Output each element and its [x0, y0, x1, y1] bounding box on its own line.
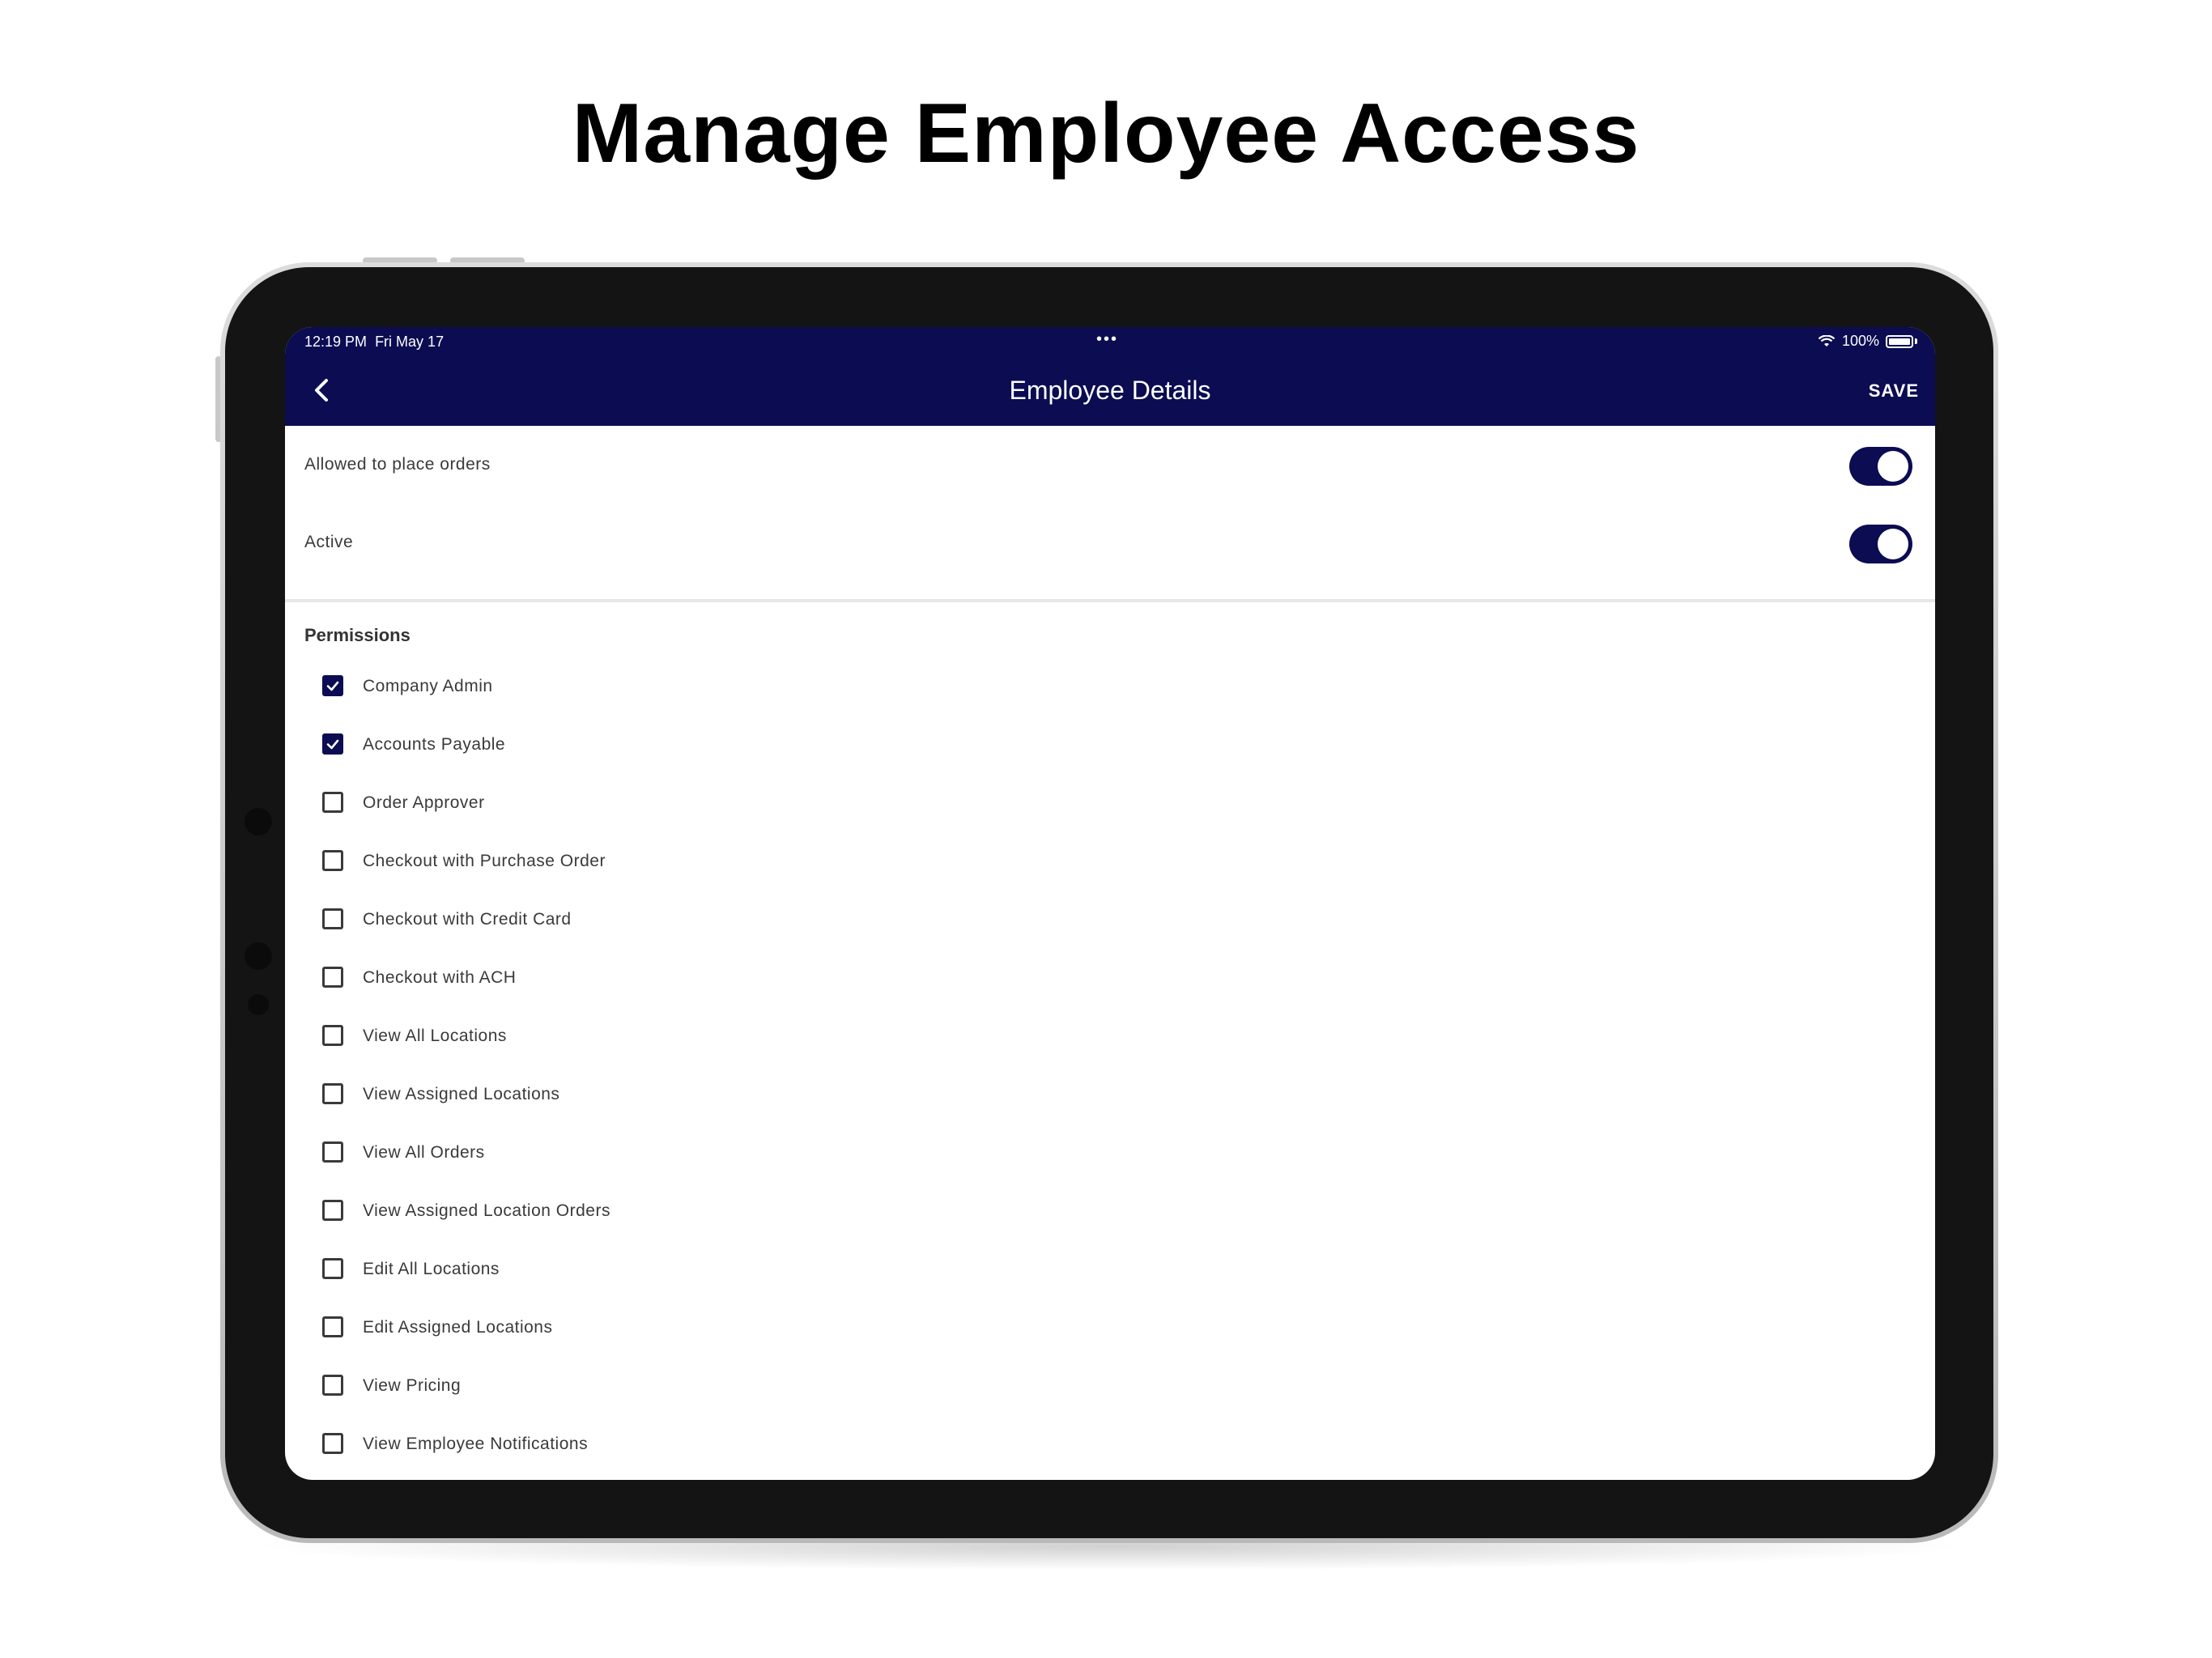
- permission-label: Checkout with Credit Card: [363, 910, 572, 929]
- status-time: 12:19 PM Fri May 17: [304, 334, 444, 351]
- save-button[interactable]: SAVE: [1869, 380, 1919, 402]
- permission-item-view-pricing[interactable]: View Pricing: [285, 1358, 1935, 1417]
- allowed-orders-toggle[interactable]: [1849, 447, 1912, 486]
- permission-label: View Pricing: [363, 1376, 462, 1395]
- permission-item-edit-all-locations[interactable]: Edit All Locations: [285, 1242, 1935, 1300]
- permission-label: View Employee Notifications: [363, 1435, 589, 1453]
- permission-label: Checkout with Purchase Order: [363, 852, 606, 870]
- permission-label: Edit All Locations: [363, 1260, 500, 1278]
- battery-percent: 100%: [1841, 333, 1879, 349]
- nav-title: Employee Details: [1009, 376, 1211, 405]
- permission-item-view-all-locations[interactable]: View All Locations: [285, 1009, 1935, 1067]
- battery-nub: [1915, 338, 1917, 344]
- checkbox-edit-all-locations[interactable]: [322, 1258, 343, 1279]
- checkbox-checkout-credit-card[interactable]: [322, 908, 343, 929]
- camera-lens-icon: [245, 942, 272, 970]
- wifi-icon: [1818, 334, 1836, 346]
- active-toggle[interactable]: [1849, 525, 1912, 563]
- checkbox-checkout-po[interactable]: [322, 850, 343, 871]
- permission-label: Checkout with ACH: [363, 968, 517, 987]
- app-screen: 12:19 PM Fri May 17 ••• 100% Employee De…: [285, 327, 1935, 1480]
- checkbox-view-assigned-location-orders[interactable]: [322, 1200, 343, 1221]
- permission-item-checkout-ach[interactable]: Checkout with ACH: [285, 950, 1935, 1009]
- toggle-row-allowed-orders: Allowed to place orders: [285, 426, 1935, 504]
- permission-item-view-all-orders[interactable]: View All Orders: [285, 1125, 1935, 1184]
- battery-icon: [1886, 334, 1913, 348]
- permission-item-view-assigned-location-orders[interactable]: View Assigned Location Orders: [285, 1184, 1935, 1242]
- status-bar: 12:19 PM Fri May 17 ••• 100%: [285, 327, 1935, 356]
- section-divider: [285, 599, 1935, 602]
- permission-label: Company Admin: [363, 677, 493, 695]
- checkmark-icon: [326, 681, 339, 691]
- status-time-text: 12:19 PM: [304, 334, 368, 350]
- permission-item-view-employee-notifications[interactable]: View Employee Notifications: [285, 1417, 1935, 1475]
- checkbox-edit-assigned-locations[interactable]: [322, 1316, 343, 1337]
- page-headline: Manage Employee Access: [572, 87, 1640, 181]
- camera-dot: [245, 808, 272, 835]
- multitasking-dots[interactable]: •••: [1096, 330, 1118, 349]
- checkmark-icon: [326, 739, 339, 750]
- permission-item-checkout-credit-card[interactable]: Checkout with Credit Card: [285, 892, 1935, 950]
- checkbox-checkout-ach[interactable]: [322, 967, 343, 988]
- permission-item-accounts-payable[interactable]: Accounts Payable: [285, 717, 1935, 776]
- checkbox-view-all-orders[interactable]: [322, 1141, 343, 1163]
- checkbox-company-admin[interactable]: [322, 675, 343, 696]
- toggle-label-active: Active: [304, 533, 354, 551]
- checkbox-view-all-locations[interactable]: [322, 1025, 343, 1046]
- permission-label: Order Approver: [363, 793, 485, 812]
- checkbox-view-assigned-locations[interactable]: [322, 1083, 343, 1104]
- permissions-list: Company Admin Accounts Payable Order App…: [285, 659, 1935, 1475]
- permission-item-view-assigned-locations[interactable]: View Assigned Locations: [285, 1067, 1935, 1125]
- permission-item-company-admin[interactable]: Company Admin: [285, 659, 1935, 717]
- toggle-label-allowed-orders: Allowed to place orders: [304, 455, 491, 474]
- checkbox-view-employee-notifications[interactable]: [322, 1433, 343, 1454]
- permission-label: View Assigned Location Orders: [363, 1201, 610, 1220]
- checkbox-view-pricing[interactable]: [322, 1375, 343, 1396]
- permission-label: View All Locations: [363, 1027, 507, 1045]
- permission-label: Accounts Payable: [363, 735, 506, 754]
- toggle-knob: [1878, 529, 1908, 559]
- permissions-title: Permissions: [304, 625, 410, 645]
- permission-item-order-approver[interactable]: Order Approver: [285, 776, 1935, 834]
- status-right-group: 100%: [1818, 333, 1917, 350]
- nav-bar: Employee Details SAVE: [285, 356, 1935, 426]
- sensor-dot: [248, 994, 269, 1015]
- permission-label: Edit Assigned Locations: [363, 1318, 553, 1337]
- toggle-knob: [1878, 451, 1908, 482]
- checkbox-accounts-payable[interactable]: [322, 733, 343, 755]
- checkbox-order-approver[interactable]: [322, 792, 343, 813]
- toggle-row-active: Active: [285, 504, 1935, 581]
- permission-item-checkout-po[interactable]: Checkout with Purchase Order: [285, 834, 1935, 892]
- permission-label: View All Orders: [363, 1143, 485, 1162]
- permission-label: View Assigned Locations: [363, 1085, 560, 1103]
- permission-item-edit-assigned-locations[interactable]: Edit Assigned Locations: [285, 1300, 1935, 1358]
- status-date-text: Fri May 17: [375, 334, 445, 350]
